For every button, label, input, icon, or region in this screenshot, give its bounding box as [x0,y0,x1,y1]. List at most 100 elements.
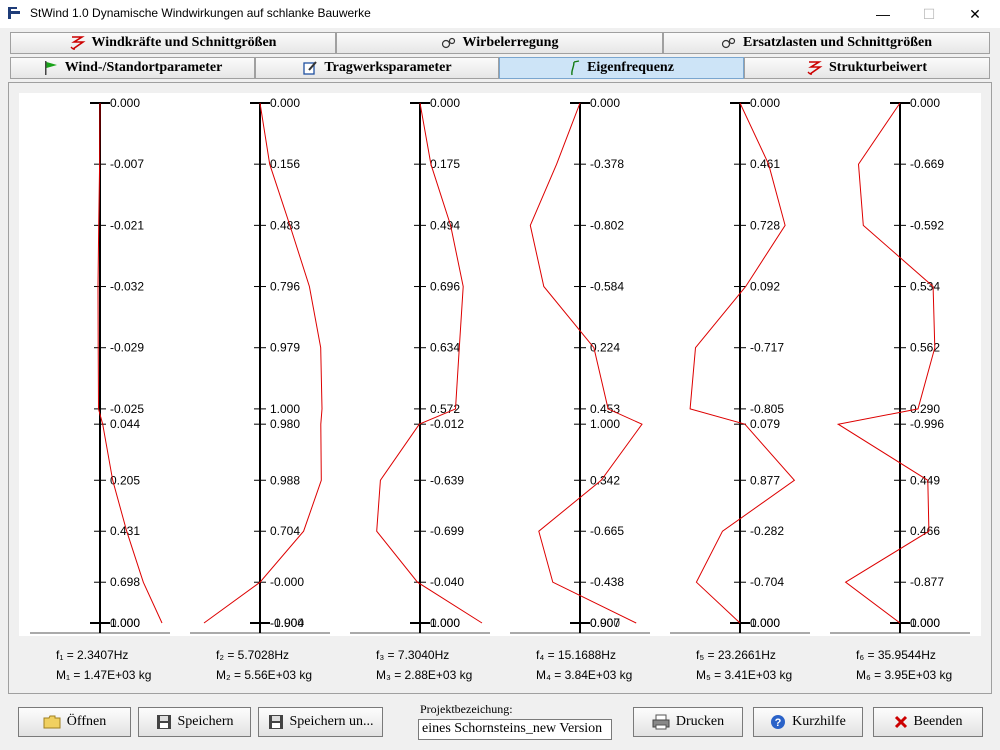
tab-windkraefte[interactable]: Windkräfte und Schnittgrößen [10,32,336,54]
windforce-icon [70,35,86,51]
mode-shape-chart: 0.000 -0.007 -0.021 -0.032 -0.029 -0.0250.044… [30,96,970,634]
tick-label-1-9: 0.698 [110,575,140,589]
tick-label-6-3: 0.534 [910,280,940,294]
tab-label: Eigenfrequenz [587,60,674,75]
tick-label-3-2: 0.494 [430,218,460,232]
help-button[interactable]: ? Kurzhilfe [753,707,863,737]
mode-shape-line-3 [376,102,483,624]
tick-label-2-0: 0.000 [270,96,300,110]
tab-strip: Windkräfte und Schnittgrößen Wirbelerreg… [10,32,990,82]
minimize-button[interactable]: — [860,0,906,28]
close-x-icon [894,715,908,729]
exit-label: Beenden [913,714,963,729]
mode-shape-line-4 [529,102,643,624]
tab-tragwerk[interactable]: Tragwerksparameter [255,57,499,79]
tab-label: Tragwerksparameter [324,60,452,75]
tick-label-3-1: 0.175 [430,157,460,171]
window-title: StWind 1.0 Dynamische Windwirkungen auf … [30,6,371,20]
mass-label-2: M₂ = 5.56E+03 kg [216,668,313,682]
frequency-label-6: f₆ = 35.9544Hz [856,648,936,662]
tab-strukturbeiwert[interactable]: Strukturbeiwert [744,57,990,79]
tick-label-6-5: 0.290 [910,402,940,416]
mass-label-4: M₄ = 3.84E+03 kg [536,668,633,682]
tick-label-4-2: -0.802 [590,218,624,232]
tick-label-top-overlap-5: 1.000 [750,616,780,630]
tick-label-6-9: -0.877 [910,575,944,589]
floppy-icon [268,714,284,730]
tick-label-5-8: -0.282 [750,524,784,538]
save-as-label: Speichern un... [289,714,374,729]
tab-wirbelerregung[interactable]: Wirbelerregung [336,32,663,54]
tick-label-top-overlap-4: 0.000 [590,616,620,630]
tick-label-3-8: -0.699 [430,524,464,538]
help-icon: ? [770,714,786,730]
tick-label-4-1: -0.378 [590,157,624,171]
tick-label-1-2: -0.021 [110,218,144,232]
maximize-button[interactable]: ☐ [906,0,952,28]
tick-label-2-5: 1.000 [270,402,300,416]
tick-label-2-6: 0.980 [270,417,300,431]
folder-icon [43,715,61,729]
mode-shape-line-5 [689,102,796,624]
tick-label-6-8: 0.466 [910,524,940,538]
tick-label-6-7: 0.449 [910,473,940,487]
exit-button[interactable]: Beenden [873,707,983,737]
tick-label-4-3: -0.584 [590,280,624,294]
flag-icon [43,60,59,76]
tick-label-4-0: 0.000 [590,96,620,110]
tick-label-1-3: -0.032 [110,280,144,294]
mass-label-1: M₁ = 1.47E+03 kg [56,668,152,682]
save-button[interactable]: Speichern [138,707,251,737]
tick-label-2-3: 0.796 [270,280,300,294]
help-label: Kurzhilfe [792,714,846,729]
tick-label-4-8: -0.665 [590,524,624,538]
tick-label-6-4: 0.562 [910,341,940,355]
app-logo-icon [8,7,20,19]
tick-label-5-3: 0.092 [750,280,780,294]
vortex-icon [721,36,737,50]
title-bar: StWind 1.0 Dynamische Windwirkungen auf … [0,0,1000,28]
print-button[interactable]: Drucken [633,707,743,737]
tick-label-2-7: 0.988 [270,473,300,487]
windforce-icon [807,60,823,76]
tick-label-5-4: -0.717 [750,341,784,355]
tick-label-top-overlap-2: -1.000 [270,616,304,630]
tick-label-3-9: -0.040 [430,575,464,589]
frequency-label-4: f₄ = 15.1688Hz [536,648,616,662]
tick-label-top-overlap-1: 0.000 [110,616,140,630]
tab-wind-standort[interactable]: Wind-/Standortparameter [10,57,255,79]
tick-label-6-1: -0.669 [910,157,944,171]
tick-label-2-2: 0.483 [270,218,300,232]
tick-label-5-6: 0.079 [750,417,780,431]
tick-label-1-6: 0.044 [110,417,140,431]
tick-label-5-5: -0.805 [750,402,784,416]
edit-icon [302,60,318,76]
mode-shape-line-2 [203,102,323,624]
tick-label-1-0: 0.000 [110,96,140,110]
tick-label-5-1: 0.461 [750,157,780,171]
mode-shape-plot-area: 0.000 -0.007 -0.021 -0.032 -0.029 -0.025 0.044… [19,93,981,636]
printer-icon [652,714,670,730]
tick-label-3-0: 0.000 [430,96,460,110]
tick-label-5-0: 0.000 [750,96,780,110]
frequency-label-5: f₅ = 23.2661Hz [696,648,776,662]
mass-label-3: M₃ = 2.88E+03 kg [376,668,473,682]
frequency-label-3: f₃ = 7.3040Hz [376,648,450,662]
tick-label-1-4: -0.029 [110,341,144,355]
frequency-label-1: f₁ = 2.3407Hz [56,648,129,662]
tick-label-1-1: -0.007 [110,157,144,171]
tab-ersatzlasten[interactable]: Ersatzlasten und Schnittgrößen [663,32,990,54]
save-as-button[interactable]: Speichern un... [258,707,383,737]
tab-eigenfrequenz[interactable]: Eigenfrequenz [499,57,744,79]
tab-label: Windkräfte und Schnittgrößen [91,35,277,50]
project-name-input[interactable]: eines Schornsteins_new Version [418,719,612,740]
tick-label-2-9: -0.000 [270,575,304,589]
tick-label-6-2: -0.592 [910,218,944,232]
open-button[interactable]: Öffnen [18,707,131,737]
close-button[interactable]: ✕ [952,0,998,28]
project-label: Projektbezeichung: [420,702,513,716]
mass-label-6: M₆ = 3.95E+03 kg [856,668,953,682]
tick-label-6-6: -0.996 [910,417,944,431]
print-label: Drucken [675,714,725,729]
tick-label-5-9: -0.704 [750,575,784,589]
